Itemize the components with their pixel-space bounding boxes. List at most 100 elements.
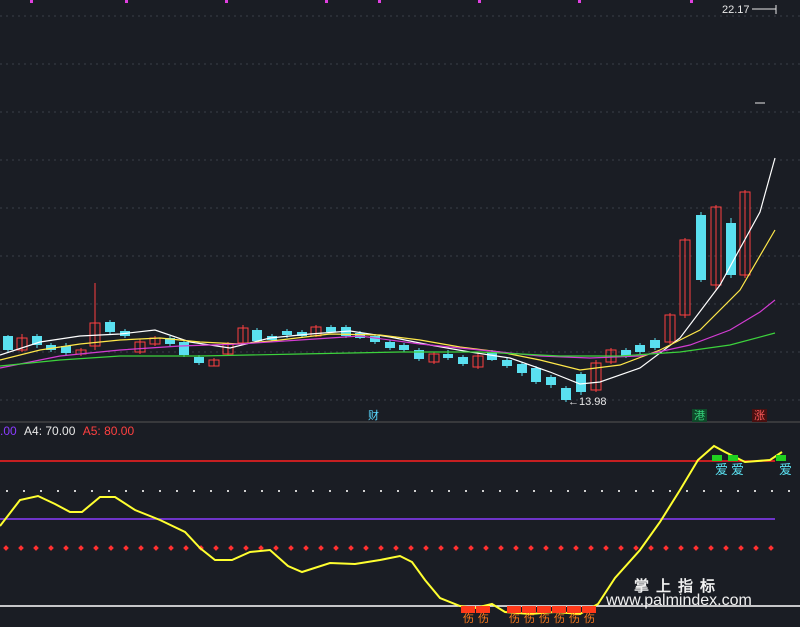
signal-bottom-text-0: 伤 — [463, 612, 474, 625]
dot-grid-37 — [635, 490, 637, 492]
signal-bottom-text-3: 伤 — [524, 612, 535, 625]
candle-body-7 — [105, 322, 115, 332]
dot-grid-19 — [329, 490, 331, 492]
dot-grid-17 — [295, 490, 297, 492]
dot-grid-45 — [771, 490, 773, 492]
top-tick-1 — [125, 0, 128, 3]
red-dot-35 — [528, 545, 534, 551]
red-dot-32 — [483, 545, 489, 551]
red-dot-37 — [558, 545, 564, 551]
red-dot-2 — [33, 545, 39, 551]
red-dot-47 — [708, 545, 714, 551]
red-dot-21 — [318, 545, 324, 551]
red-dot-12 — [183, 545, 189, 551]
dot-grid-44 — [754, 490, 756, 492]
dot-grid-5 — [91, 490, 93, 492]
candle-body-0 — [3, 336, 13, 350]
dot-grid-18 — [312, 490, 314, 492]
dot-grid-43 — [737, 490, 739, 492]
dot-grid-24 — [414, 490, 416, 492]
candle-body-34 — [502, 360, 512, 366]
dot-grid-32 — [550, 490, 552, 492]
marker-port[interactable]: 港 — [692, 409, 707, 422]
top-tick-3 — [325, 0, 328, 3]
red-dot-1 — [18, 545, 24, 551]
dot-grid-22 — [380, 490, 382, 492]
candle-body-17 — [252, 330, 262, 341]
watermark-url: www.palmindex.com — [606, 592, 752, 609]
red-dot-5 — [78, 545, 84, 551]
dot-grid-34 — [584, 490, 586, 492]
signal-top-box-1 — [728, 455, 738, 461]
red-dot-24 — [363, 545, 369, 551]
red-dot-6 — [93, 545, 99, 551]
kline-chart[interactable]: 爱爱爱伤伤伤伤伤伤伤伤 — [0, 0, 800, 627]
red-dot-51 — [768, 545, 774, 551]
dot-grid-35 — [601, 490, 603, 492]
red-dot-27 — [408, 545, 414, 551]
dot-grid-23 — [397, 490, 399, 492]
candle-body-47 — [696, 215, 706, 280]
red-dot-49 — [738, 545, 744, 551]
legend-a4: A4: 70.00 — [24, 424, 76, 438]
red-dot-40 — [603, 545, 609, 551]
marker-rise[interactable]: 涨 — [752, 409, 767, 422]
dot-grid-6 — [108, 490, 110, 492]
red-dot-31 — [468, 545, 474, 551]
top-tick-4 — [378, 0, 381, 3]
dot-grid-29 — [499, 490, 501, 492]
candle-body-31 — [458, 357, 468, 364]
dot-grid-11 — [193, 490, 195, 492]
dot-grid-1 — [23, 490, 25, 492]
red-dot-34 — [513, 545, 519, 551]
candle-body-13 — [194, 357, 204, 363]
red-dot-19 — [288, 545, 294, 551]
red-dot-15 — [228, 545, 234, 551]
candle-body-44 — [650, 340, 660, 348]
candle-body-19 — [282, 331, 292, 335]
dot-grid-14 — [244, 490, 246, 492]
candle-body-49 — [726, 223, 736, 275]
signal-top-text-2: 爱 — [779, 463, 792, 478]
top-tick-0 — [30, 0, 33, 3]
red-dot-45 — [678, 545, 684, 551]
candle-body-35 — [517, 364, 527, 373]
dot-grid-25 — [431, 490, 433, 492]
signal-bottom-text-2: 伤 — [509, 612, 520, 625]
red-dot-22 — [333, 545, 339, 551]
dot-grid-12 — [210, 490, 212, 492]
dot-grid-10 — [176, 490, 178, 492]
candle-body-36 — [531, 368, 541, 382]
red-dot-0 — [3, 545, 9, 551]
signal-bottom-text-4: 伤 — [539, 612, 550, 625]
red-dot-36 — [543, 545, 549, 551]
top-tick-7 — [690, 0, 693, 3]
dot-grid-33 — [567, 490, 569, 492]
dot-grid-16 — [278, 490, 280, 492]
dot-grid-36 — [618, 490, 620, 492]
candle-body-22 — [326, 327, 336, 332]
dot-grid-13 — [227, 490, 229, 492]
signal-bottom-text-5: 伤 — [554, 612, 565, 625]
red-dot-29 — [438, 545, 444, 551]
red-dot-33 — [498, 545, 504, 551]
marker-finance[interactable]: 财 — [366, 409, 381, 422]
red-dot-44 — [663, 545, 669, 551]
dot-grid-26 — [448, 490, 450, 492]
red-dot-25 — [378, 545, 384, 551]
dot-grid-46 — [788, 490, 790, 492]
red-dot-28 — [423, 545, 429, 551]
red-dot-23 — [348, 545, 354, 551]
red-dot-41 — [618, 545, 624, 551]
indicator-legend: .00 A4: 70.00 A5: 80.00 — [0, 424, 134, 438]
candle-body-30 — [443, 354, 453, 358]
candle-body-28 — [414, 350, 424, 359]
candle-body-26 — [385, 342, 395, 348]
red-dot-3 — [48, 545, 54, 551]
red-dot-9 — [138, 545, 144, 551]
dot-grid-3 — [57, 490, 59, 492]
signal-top-text-1: 爱 — [731, 463, 744, 478]
red-dot-8 — [123, 545, 129, 551]
red-dot-7 — [108, 545, 114, 551]
dot-grid-4 — [74, 490, 76, 492]
